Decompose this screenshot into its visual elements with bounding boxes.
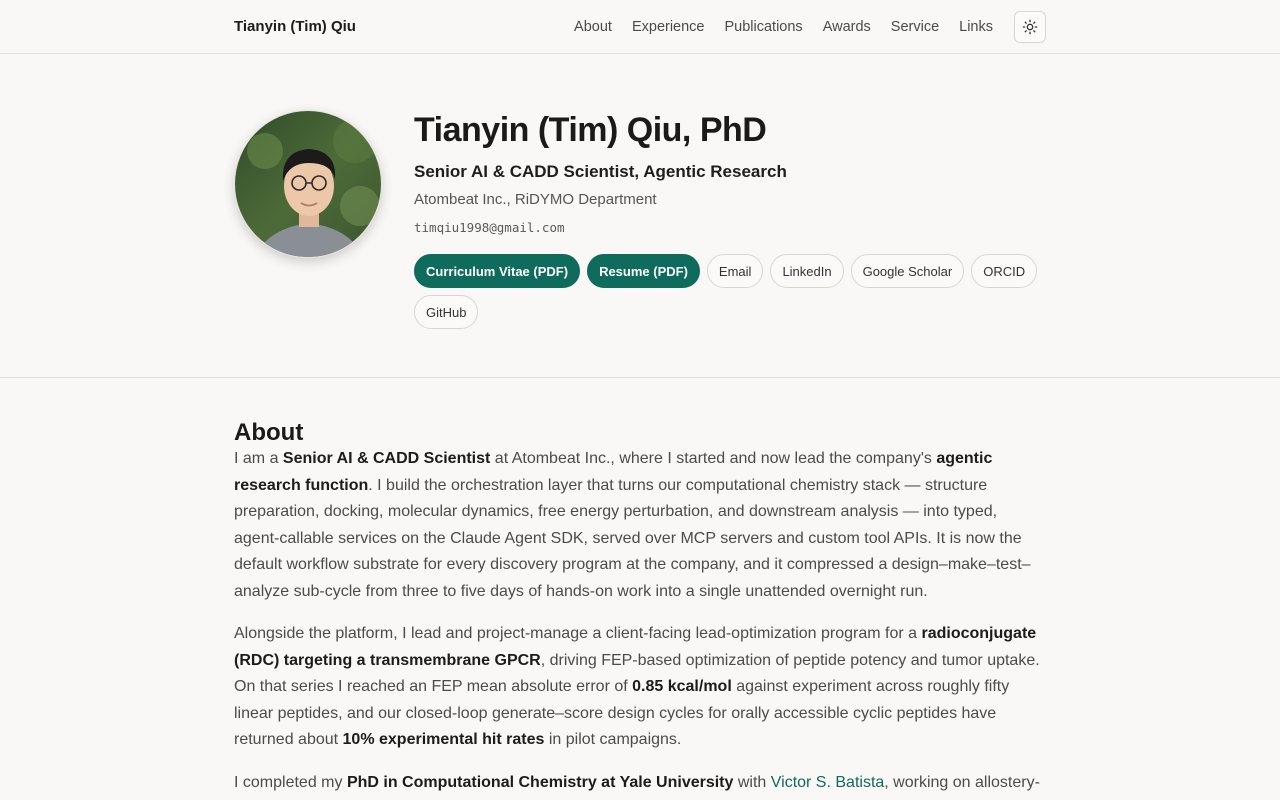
- about-section: About I am a Senior AI & CADD Scientist …: [234, 378, 1046, 796]
- text-span: Alongside the platform, I lead and proje…: [234, 625, 922, 642]
- about-heading: About: [234, 419, 304, 446]
- top-navbar: Tianyin (Tim) Qiu About Experience Publi…: [0, 0, 1280, 54]
- text-span: in pilot campaigns.: [544, 731, 682, 748]
- cv-button[interactable]: Curriculum Vitae (PDF): [414, 254, 581, 288]
- nav-publications[interactable]: Publications: [725, 19, 803, 35]
- hero-section: Tianyin (Tim) Qiu, PhD Senior AI & CADD …: [0, 54, 1280, 378]
- bold-text: PhD in Computational Chemistry at Yale U…: [346, 773, 734, 791]
- profile-photo: [234, 110, 382, 258]
- advisor-link[interactable]: Victor S. Batista: [771, 774, 885, 791]
- site-brand[interactable]: Tianyin (Tim) Qiu: [234, 18, 356, 35]
- text-span: , working on allostery-: [884, 773, 1040, 791]
- sun-icon: [1022, 19, 1038, 34]
- about-paragraph-2: Alongside the platform, I lead and proje…: [234, 621, 1046, 754]
- main-nav: About Experience Publications Awards Ser…: [554, 10, 1046, 43]
- profile-links: Curriculum Vitae (PDF) Resume (PDF) Emai…: [414, 254, 1046, 329]
- nav-about[interactable]: About: [574, 19, 612, 35]
- email-address: timqiu1998@gmail.com: [414, 220, 565, 235]
- resume-button[interactable]: Resume (PDF): [587, 254, 700, 288]
- about-paragraph-3: I completed my PhD in Computational Chem…: [234, 770, 1046, 797]
- about-paragraph-1: I am a Senior AI & CADD Scientist at Ato…: [234, 446, 1046, 605]
- nav-links[interactable]: Links: [959, 19, 993, 35]
- person-name: Tianyin (Tim) Qiu, PhD: [414, 111, 767, 149]
- linkedin-button[interactable]: LinkedIn: [770, 254, 844, 288]
- job-title: Senior AI & CADD Scientist, Agentic Rese…: [414, 162, 787, 181]
- nav-awards[interactable]: Awards: [823, 19, 871, 35]
- theme-toggle-button[interactable]: [1014, 10, 1046, 43]
- nav-service[interactable]: Service: [891, 19, 939, 35]
- bold-text: 0.85 kcal/mol: [632, 678, 732, 695]
- organization: Atombeat Inc., RiDYMO Department: [414, 191, 657, 208]
- orcid-button[interactable]: ORCID: [971, 254, 1038, 288]
- email-button[interactable]: Email: [706, 254, 764, 288]
- nav-experience[interactable]: Experience: [632, 19, 705, 35]
- text-span: I am a: [234, 450, 283, 467]
- bold-text: 10% experimental hit rates: [342, 731, 545, 748]
- text-span: at Atombeat Inc., where I started and no…: [490, 450, 937, 467]
- bold-text: Senior AI & CADD Scientist: [282, 450, 491, 467]
- text-span: . I build the orchestration layer that t…: [234, 476, 1031, 600]
- github-button[interactable]: GitHub: [414, 295, 479, 329]
- text-span: I completed my: [234, 773, 347, 791]
- hero-info: Tianyin (Tim) Qiu, PhD Senior AI & CADD …: [414, 110, 1046, 329]
- google-scholar-button[interactable]: Google Scholar: [850, 254, 965, 288]
- text-span: with: [733, 773, 771, 791]
